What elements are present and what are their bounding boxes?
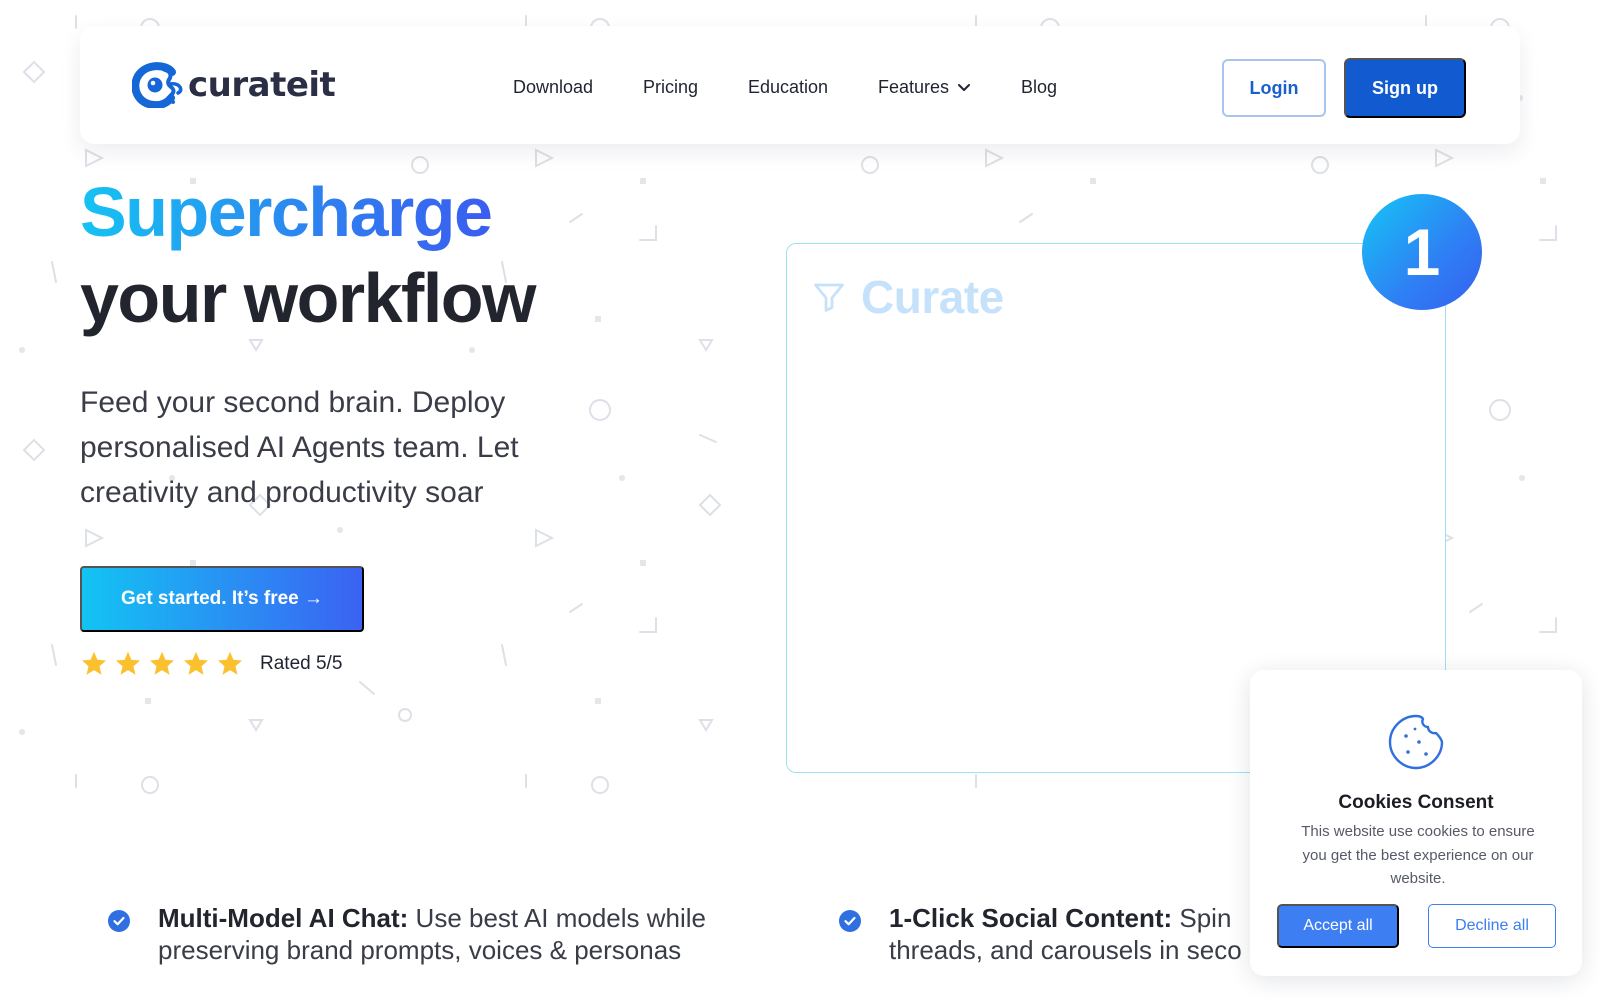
rating-text: Rated 5/5: [260, 653, 343, 674]
star-icon: [81, 651, 107, 675]
feature-text: 1-Click Social Content: Spin threads, an…: [889, 902, 1242, 966]
hero-title-highlight: Supercharge: [80, 173, 493, 251]
feature-item: Multi-Model AI Chat: Use best AI models …: [108, 902, 706, 966]
nav-features[interactable]: Features: [878, 77, 971, 98]
signup-button[interactable]: Sign up: [1344, 58, 1466, 118]
nav-education[interactable]: Education: [748, 77, 828, 98]
filter-icon: [814, 283, 844, 312]
accept-all-button[interactable]: Accept all: [1277, 904, 1399, 948]
hero-title: your workflow: [80, 259, 536, 337]
step-badge: 1: [1362, 194, 1482, 310]
chevron-down-icon: [958, 83, 971, 91]
feature-title: 1-Click Social Content:: [889, 903, 1173, 933]
nav-download[interactable]: Download: [513, 77, 593, 98]
star-icon: [115, 651, 141, 675]
check-circle-icon: [839, 910, 861, 932]
brand-name: curateit: [188, 65, 336, 105]
demo-title: Curate: [861, 271, 1004, 323]
star-icon: [149, 651, 175, 675]
feature-line2: preserving brand prompts, voices & perso…: [158, 935, 682, 965]
decline-all-button[interactable]: Decline all: [1428, 904, 1556, 948]
feature-line1: Use best AI models while: [408, 903, 707, 933]
demo-header: Curate: [811, 270, 1004, 324]
cookie-icon: [1388, 714, 1444, 770]
check-circle-icon: [108, 910, 130, 932]
feature-line2: threads, and carousels in seco: [889, 935, 1242, 965]
nav-blog[interactable]: Blog: [1021, 77, 1057, 98]
nav-pricing[interactable]: Pricing: [643, 77, 698, 98]
get-started-button[interactable]: Get started. It’s free →: [80, 566, 364, 632]
hero-subtitle: Feed your second brain. Deploy personali…: [80, 386, 519, 509]
feature-line1: Spin: [1172, 903, 1232, 933]
feature-item: 1-Click Social Content: Spin threads, an…: [839, 902, 1259, 966]
navbar: curateit Download Pricing Education Feat…: [80, 26, 1520, 144]
login-button[interactable]: Login: [1222, 59, 1326, 117]
nav-features-label: Features: [878, 77, 950, 97]
cookie-description: This website use cookies to ensure you g…: [1301, 823, 1535, 887]
feature-text: Multi-Model AI Chat: Use best AI models …: [158, 902, 706, 966]
brand-logo[interactable]: curateit: [132, 62, 336, 108]
star-icon: [217, 651, 243, 675]
octopus-logo-icon: [132, 62, 183, 108]
star-icon: [183, 651, 209, 675]
cookie-title: Cookies Consent: [1338, 792, 1494, 813]
cookie-consent-dialog: Cookies Consent This website use cookies…: [1250, 670, 1582, 976]
feature-title: Multi-Model AI Chat:: [158, 903, 409, 933]
rating: Rated 5/5: [80, 650, 342, 678]
